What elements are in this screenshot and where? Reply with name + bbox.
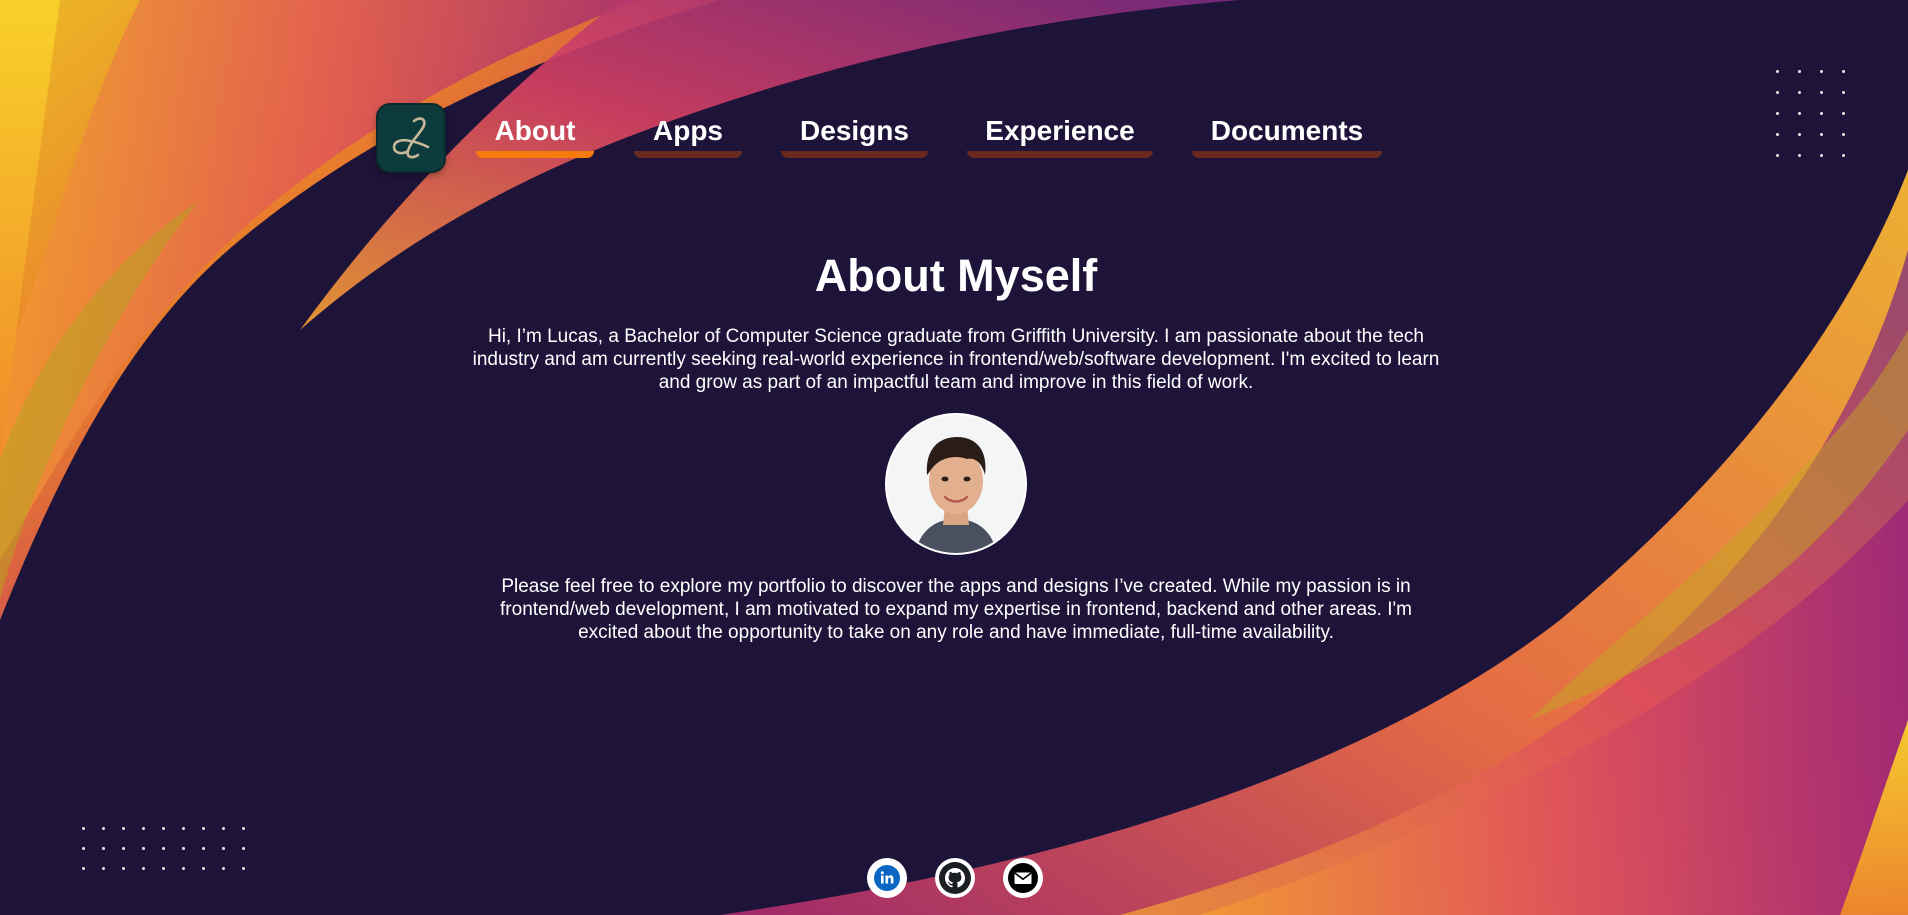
nav-underline	[781, 151, 928, 158]
nav-item-label: Designs	[800, 115, 909, 146]
nav-item-about[interactable]: About	[476, 113, 594, 173]
decorative-dot-grid-bottom-left	[82, 827, 245, 870]
nav-item-apps[interactable]: Apps	[634, 113, 742, 173]
profile-photo	[887, 415, 1025, 553]
nav-item-label: About	[494, 115, 576, 146]
about-section: About Myself Hi, I’m Lucas, a Bachelor o…	[470, 248, 1442, 644]
nav-item-label: Apps	[653, 115, 723, 146]
logo[interactable]	[378, 105, 444, 171]
intro-paragraph: Hi, I’m Lucas, a Bachelor of Computer Sc…	[472, 326, 1440, 393]
nav-item-label: Documents	[1210, 115, 1364, 146]
email-icon	[1008, 863, 1038, 893]
email-link[interactable]	[1003, 858, 1043, 898]
nav-item-experience[interactable]: Experience	[967, 113, 1153, 173]
signature-logo-icon	[392, 117, 430, 159]
nav-item-designs[interactable]: Designs	[781, 113, 928, 173]
page-title: About Myself	[814, 250, 1098, 301]
outro-paragraph: Please feel free to explore my portfolio…	[500, 576, 1412, 643]
linkedin-link[interactable]	[867, 858, 907, 898]
nav-underline	[634, 151, 742, 158]
nav-item-documents[interactable]: Documents	[1192, 113, 1382, 173]
decorative-dot-grid-top-right	[1776, 70, 1845, 157]
avatar	[885, 413, 1027, 555]
nav-item-label: Experience	[985, 115, 1135, 146]
github-icon	[939, 862, 971, 894]
nav-underline-active	[476, 151, 594, 158]
linkedin-icon	[874, 865, 900, 891]
github-link[interactable]	[935, 858, 975, 898]
nav-underline	[1192, 151, 1382, 158]
social-links	[867, 858, 1043, 898]
nav-underline	[967, 151, 1153, 158]
